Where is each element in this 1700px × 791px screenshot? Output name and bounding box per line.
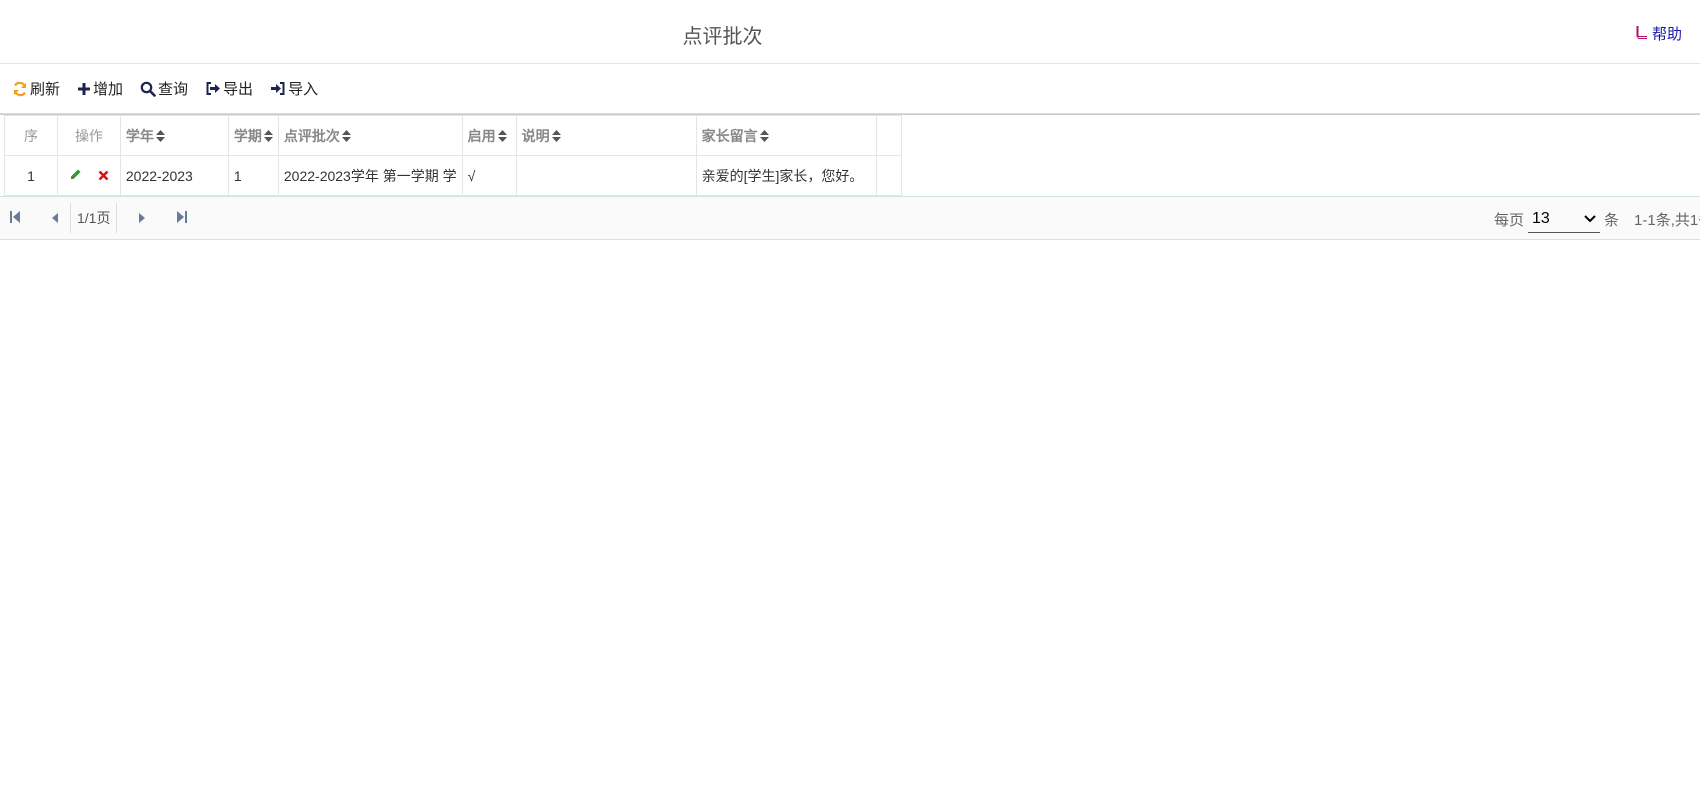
table-row[interactable]: 1 2022-2023 1 2022-2023学年 第一学期 学 √ 亲爱的[学… [4,155,902,196]
per-page-select[interactable]: 13 [1528,205,1601,233]
add-button[interactable]: 增加 [77,78,123,99]
total-count: 1-1条,共1条 [1634,211,1700,229]
prev-page-button[interactable] [40,210,70,226]
column-header-batch-label: 点评批次 [283,127,340,144]
last-page-icon [177,210,188,226]
pager: 1/1页 每页 13 条 1-1条,共1条 [0,196,1700,240]
page-info: 1/1页 [70,203,118,233]
per-page-unit: 条 [1604,211,1620,229]
sort-icon [263,129,273,145]
refresh-button[interactable]: 刷新 [12,78,60,99]
column-header-filler [875,115,902,156]
add-label: 增加 [93,81,124,98]
column-header-message[interactable]: 家长留言 [695,115,877,156]
last-page-button[interactable] [167,210,197,226]
column-header-year[interactable]: 学年 [119,115,229,156]
column-header-desc[interactable]: 说明 [515,115,697,156]
cell-batch: 2022-2023学年 第一学期 学 [277,155,463,196]
edit-icon[interactable] [69,168,82,184]
prev-page-icon [52,210,58,226]
pager-right: 每页 13 条 1-1条,共1条 [1494,197,1700,241]
next-page-icon [139,210,146,226]
column-header-term[interactable]: 学期 [227,115,279,156]
refresh-label: 刷新 [30,81,61,98]
book-icon [1635,25,1648,42]
column-header-desc-label: 说明 [521,127,550,144]
cell-ops [57,155,121,196]
cell-filler [875,155,902,196]
sort-icon [497,129,507,145]
cell-message: 亲爱的[学生]家长，您好。 [695,155,877,196]
column-header-ops: 操作 [57,115,121,156]
sort-icon [551,129,561,145]
sign-in-icon [270,81,286,96]
grid-table: 序 操作 学年 学期 点评批次 启用 说明 家长留言 1 2022-2023 1… [4,115,902,196]
cell-enabled: √ [461,155,517,196]
search-icon [140,81,156,97]
column-header-batch[interactable]: 点评批次 [277,115,463,156]
page-title: 点评批次 [682,26,763,48]
column-header-term-label: 学期 [233,127,262,144]
sort-icon [341,129,351,145]
sort-icon [155,129,165,145]
column-header-message-label: 家长留言 [701,127,758,144]
first-page-button[interactable] [0,210,30,226]
export-label: 导出 [223,81,254,98]
sign-out-icon [205,81,221,96]
page-header: 点评批次 帮助 [0,0,1700,64]
column-header-year-label: 学年 [125,127,154,144]
column-header-enabled[interactable]: 启用 [461,115,517,156]
next-page-button[interactable] [127,210,157,226]
query-label: 查询 [158,81,189,98]
first-page-icon [10,210,20,226]
chevron-down-icon [1584,210,1596,228]
per-page-label: 每页 [1494,211,1525,229]
import-button[interactable]: 导入 [270,78,318,99]
export-button[interactable]: 导出 [205,78,253,99]
per-page-value: 13 [1532,209,1550,227]
column-header-seq: 序 [4,115,58,156]
column-header-enabled-label: 启用 [467,127,496,144]
sort-icon [759,129,769,145]
cell-seq: 1 [4,155,58,196]
cell-desc [515,155,697,196]
toolbar: 刷新 增加 查询 导出 导入 [0,64,1700,114]
data-grid: 序 操作 学年 学期 点评批次 启用 说明 家长留言 1 2022-2023 1… [0,114,1700,196]
refresh-icon [12,81,28,97]
help-label: 帮助 [1651,26,1682,43]
query-button[interactable]: 查询 [140,78,188,99]
import-label: 导入 [288,81,319,98]
header-row: 序 操作 学年 学期 点评批次 启用 说明 家长留言 [4,115,902,156]
delete-icon[interactable] [98,168,109,184]
help-link[interactable]: 帮助 [1635,23,1682,44]
cell-year: 2022-2023 [119,155,229,196]
plus-icon [77,82,91,96]
cell-term: 1 [227,155,279,196]
